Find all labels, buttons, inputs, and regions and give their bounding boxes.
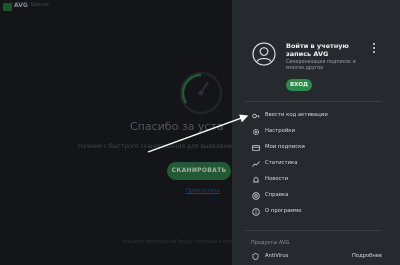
menu-item-label: Справка	[265, 192, 289, 198]
shield-icon	[252, 253, 259, 260]
menu-item-label: Мои подписки	[265, 144, 305, 150]
more-options-icon[interactable]	[372, 42, 376, 54]
info-icon	[252, 208, 260, 216]
menu-item-label: О программе	[265, 208, 302, 214]
menu-item-help[interactable]: Справка	[252, 190, 372, 202]
avatar-icon	[252, 42, 276, 66]
menu-item-activation-code[interactable]: Ввести код активации	[252, 110, 372, 122]
card-icon	[252, 145, 260, 151]
product-status[interactable]: Подробнее	[352, 253, 382, 259]
menu-item-label: Новости	[265, 176, 289, 182]
dim-overlay[interactable]	[0, 0, 232, 265]
login-button[interactable]: ВХОД	[286, 79, 312, 91]
gear-icon	[252, 128, 260, 136]
account-title: Войти в учетную запись AVG	[286, 42, 349, 58]
divider	[244, 101, 382, 102]
chart-icon	[252, 161, 260, 167]
menu-item-news[interactable]: Новости	[252, 174, 372, 186]
key-icon	[252, 113, 260, 119]
menu-item-settings[interactable]: Настройки	[252, 126, 372, 138]
menu-item-label: Настройки	[265, 128, 295, 134]
account-subtitle: Синхронизация подписок и многое другое	[286, 60, 356, 71]
product-name: AntiVirus	[265, 253, 289, 259]
bell-icon	[253, 177, 259, 183]
menu-item-subscriptions[interactable]: Мои подписки	[252, 142, 372, 154]
menu-item-label: Статистика	[265, 160, 298, 166]
menu-item-about[interactable]: О программе	[252, 206, 372, 218]
help-icon	[252, 192, 260, 200]
product-row-antivirus[interactable]: AntiVirus Подробнее	[252, 253, 382, 263]
products-heading: Продукты AVG	[251, 240, 290, 246]
divider	[244, 230, 382, 231]
menu-item-label: Ввести код активации	[265, 112, 328, 118]
menu-item-statistics[interactable]: Статистика	[252, 158, 372, 170]
